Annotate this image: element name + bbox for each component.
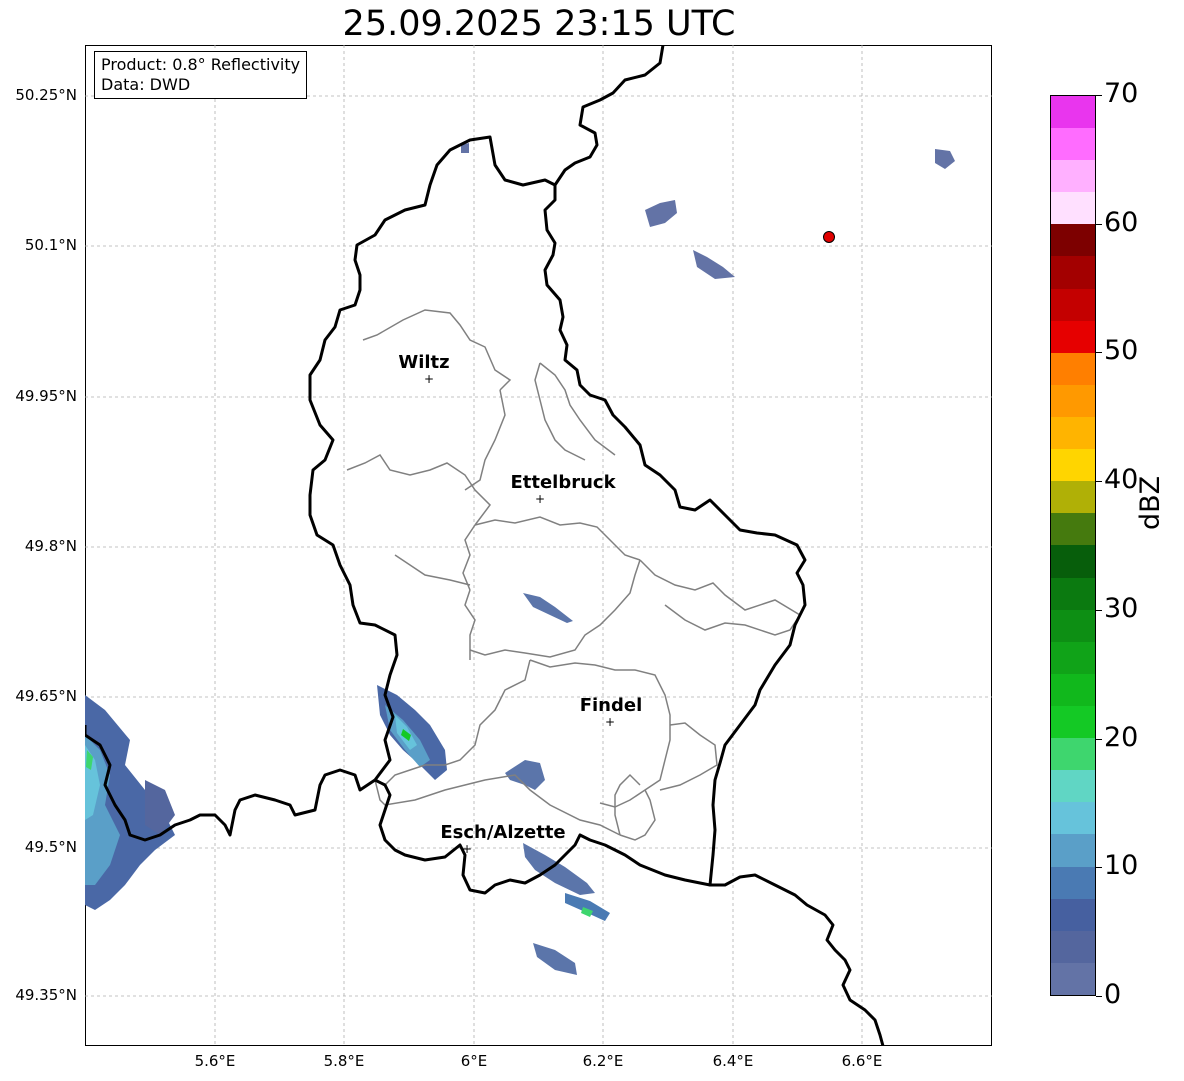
colorbar-segment bbox=[1051, 866, 1095, 899]
colorbar-segment bbox=[1051, 288, 1095, 321]
colorbar-tick-label: 60 bbox=[1104, 206, 1139, 238]
lat-label-49-35: 49.35°N bbox=[15, 986, 77, 1004]
colorbar-tick-mark bbox=[1096, 352, 1102, 353]
colorbar bbox=[1050, 95, 1096, 996]
national-borders bbox=[85, 45, 885, 1046]
city-label-wiltz: Wiltz bbox=[398, 352, 449, 373]
colorbar-segment bbox=[1051, 898, 1095, 931]
city-marker-ettelbruck: + bbox=[535, 492, 545, 506]
colorbar-tick-mark bbox=[1096, 996, 1102, 997]
city-marker-wiltz: + bbox=[424, 372, 434, 386]
lon-label-5-8: 5.8°E bbox=[323, 1052, 365, 1070]
data-source-label: Data: DWD bbox=[101, 75, 191, 94]
echo-cluster-west bbox=[85, 695, 175, 910]
colorbar-segment bbox=[1051, 449, 1095, 482]
colorbar-segment bbox=[1051, 513, 1095, 546]
colorbar-segment bbox=[1051, 738, 1095, 771]
colorbar-segment bbox=[1051, 770, 1095, 803]
echo-south-2 bbox=[523, 843, 595, 895]
colorbar-segment bbox=[1051, 577, 1095, 610]
lon-label-6: 6°E bbox=[460, 1052, 488, 1070]
colorbar-segment bbox=[1051, 128, 1095, 161]
colorbar-segment bbox=[1051, 930, 1095, 963]
colorbar-tick-label: 70 bbox=[1104, 78, 1139, 109]
city-esch-alzette[interactable]: Esch/Alzette + bbox=[440, 822, 565, 856]
colorbar-segment bbox=[1051, 352, 1095, 385]
echo-north-3 bbox=[935, 149, 955, 169]
lat-label-50-25: 50.25°N bbox=[15, 86, 77, 104]
lon-label-5-6: 5.6°E bbox=[194, 1052, 236, 1070]
page-title: 25.09.2025 23:15 UTC bbox=[342, 4, 736, 44]
colorbar-segment bbox=[1051, 417, 1095, 450]
city-label-ettelbruck: Ettelbruck bbox=[510, 472, 616, 493]
colorbar-tick-mark bbox=[1096, 739, 1102, 740]
city-ettelbruck[interactable]: Ettelbruck + bbox=[510, 472, 616, 506]
city-wiltz[interactable]: Wiltz + bbox=[398, 352, 449, 386]
colorbar-label: dBZ bbox=[1135, 475, 1166, 530]
lon-label-6-6: 6.6°E bbox=[841, 1052, 883, 1070]
colorbar-tick-label: 40 bbox=[1104, 464, 1139, 496]
lat-label-49-5: 49.5°N bbox=[24, 838, 77, 856]
colorbar-segment bbox=[1051, 641, 1095, 674]
city-label-esch-alzette: Esch/Alzette bbox=[440, 822, 565, 843]
colorbar-segment bbox=[1051, 802, 1095, 835]
colorbar-segment bbox=[1051, 256, 1095, 289]
city-marker-esch-alzette: + bbox=[462, 842, 472, 856]
echo-north-2 bbox=[693, 250, 735, 279]
city-label-findel: Findel bbox=[580, 695, 643, 716]
colorbar-tick-mark bbox=[1096, 610, 1102, 611]
colorbar-segment bbox=[1051, 545, 1095, 578]
colorbar-tick-mark bbox=[1096, 224, 1102, 225]
colorbar-tick-mark bbox=[1096, 481, 1102, 482]
colorbar-tick-mark bbox=[1096, 867, 1102, 868]
product-label: Product: 0.8° Reflectivity bbox=[101, 55, 301, 74]
lat-label-50-1: 50.1°N bbox=[24, 236, 77, 254]
colorbar-tick-label: 20 bbox=[1104, 721, 1139, 753]
colorbar-segment bbox=[1051, 224, 1095, 257]
product-info-box: Product: 0.8° Reflectivity Data: DWD bbox=[94, 51, 308, 99]
colorbar-segment bbox=[1051, 160, 1095, 193]
colorbar-segment bbox=[1051, 673, 1095, 707]
lat-label-49-65: 49.65°N bbox=[15, 687, 77, 705]
radar-echoes bbox=[85, 143, 955, 975]
radar-map[interactable]: Wiltz + Ettelbruck + Findel + Esch/Alzet… bbox=[85, 45, 992, 1046]
lat-label-49-95: 49.95°N bbox=[15, 387, 77, 405]
colorbar-tick-label: 10 bbox=[1104, 850, 1139, 882]
echo-north-1 bbox=[645, 200, 677, 227]
city-marker-findel: + bbox=[605, 715, 615, 729]
colorbar-segment bbox=[1051, 192, 1095, 225]
colorbar-segment bbox=[1051, 481, 1095, 514]
colorbar-tick-label: 50 bbox=[1104, 335, 1139, 367]
colorbar-segment bbox=[1051, 320, 1095, 353]
lon-label-6-2: 6.2°E bbox=[582, 1052, 624, 1070]
colorbar-segment bbox=[1051, 609, 1095, 642]
colorbar-segment bbox=[1051, 384, 1095, 418]
colorbar-segment bbox=[1051, 962, 1095, 995]
echo-south-5 bbox=[533, 943, 577, 975]
lat-label-49-8: 49.8°N bbox=[24, 537, 77, 555]
colorbar-tick-label: 0 bbox=[1104, 979, 1122, 1010]
radar-site-marker[interactable] bbox=[823, 231, 835, 243]
lon-label-6-4: 6.4°E bbox=[712, 1052, 754, 1070]
colorbar-segment bbox=[1051, 834, 1095, 867]
colorbar-tick-label: 30 bbox=[1104, 592, 1139, 624]
map-grid bbox=[85, 45, 992, 1046]
echo-center bbox=[523, 593, 573, 623]
colorbar-segment bbox=[1051, 706, 1095, 739]
colorbar-tick-mark bbox=[1096, 95, 1102, 96]
city-findel[interactable]: Findel + bbox=[580, 695, 643, 729]
colorbar-segment bbox=[1051, 95, 1095, 129]
